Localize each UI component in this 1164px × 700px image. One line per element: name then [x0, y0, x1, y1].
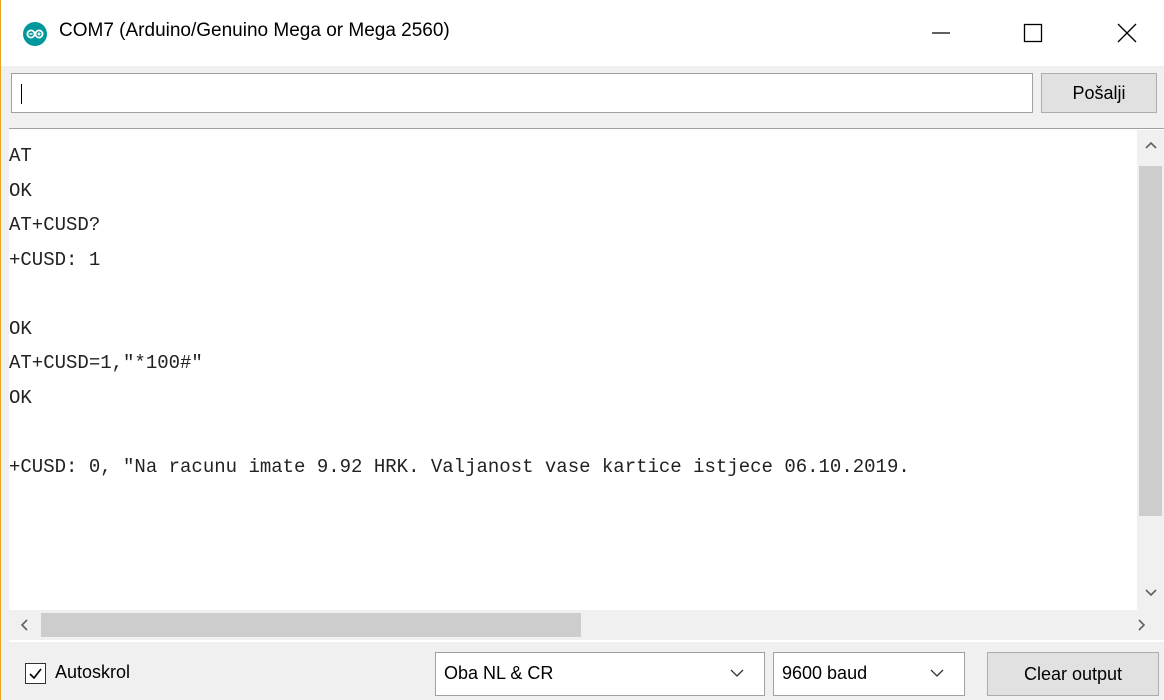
scroll-down-button[interactable] [1137, 578, 1164, 608]
maximize-button[interactable] [1001, 0, 1065, 66]
chevron-left-icon [20, 619, 28, 631]
horizontal-scroll-thumb[interactable] [41, 613, 581, 637]
baud-rate-value: 9600 baud [782, 663, 868, 683]
scroll-up-button[interactable] [1137, 130, 1164, 160]
output-line: AT+CUSD=1,"*100#" [9, 352, 203, 374]
output-line: +CUSD: 1 [9, 248, 101, 271]
serial-monitor-window: COM7 (Arduino/Genuino Mega or Mega 2560)… [0, 0, 1164, 700]
close-button[interactable] [1095, 0, 1159, 66]
autoscroll-checkbox[interactable] [25, 663, 46, 684]
autoscroll-label[interactable]: Autoskrol [55, 662, 130, 683]
window-title: COM7 (Arduino/Genuino Mega or Mega 2560) [59, 20, 450, 41]
output-line: AT+CUSD? [9, 214, 101, 236]
serial-output-area[interactable]: AT OK AT+CUSD? +CUSD: 1 OK AT+CUSD=1,"*100#"… [9, 128, 1164, 642]
minimize-icon [932, 32, 950, 34]
chevron-down-icon [730, 669, 744, 677]
checkmark-icon [29, 668, 42, 680]
send-button[interactable]: Pošalji [1041, 73, 1157, 113]
close-icon [1117, 23, 1137, 43]
vertical-scroll-thumb[interactable] [1139, 166, 1162, 516]
output-line: OK [9, 386, 32, 409]
baud-rate-select[interactable]: 9600 baud [773, 652, 965, 696]
chevron-right-icon [1138, 619, 1146, 631]
send-input[interactable] [11, 73, 1033, 113]
output-line: +CUSD: 0, "Na racunu imate 9.92 HRK. Val… [9, 455, 910, 478]
output-line: OK [9, 317, 32, 340]
chevron-down-icon [930, 669, 944, 677]
output-line: AT [9, 145, 32, 167]
scroll-left-button[interactable] [9, 610, 39, 640]
chevron-up-icon [1144, 141, 1157, 149]
title-bar: COM7 (Arduino/Genuino Mega or Mega 2560) [1, 0, 1164, 66]
clear-output-button[interactable]: Clear output [987, 652, 1159, 696]
output-line: OK [9, 179, 32, 202]
line-ending-select[interactable]: Oba NL & CR [435, 652, 765, 696]
maximize-icon [1023, 23, 1043, 43]
text-caret [21, 84, 22, 104]
send-row: Pošalji [1, 66, 1164, 128]
arduino-logo-icon [23, 22, 47, 46]
scroll-right-button[interactable] [1127, 610, 1157, 640]
minimize-button[interactable] [909, 0, 973, 66]
serial-output-text: AT OK AT+CUSD? +CUSD: 1 OK AT+CUSD=1,"*100#"… [9, 139, 1134, 484]
chevron-down-icon [1144, 589, 1157, 597]
line-ending-value: Oba NL & CR [444, 663, 554, 683]
